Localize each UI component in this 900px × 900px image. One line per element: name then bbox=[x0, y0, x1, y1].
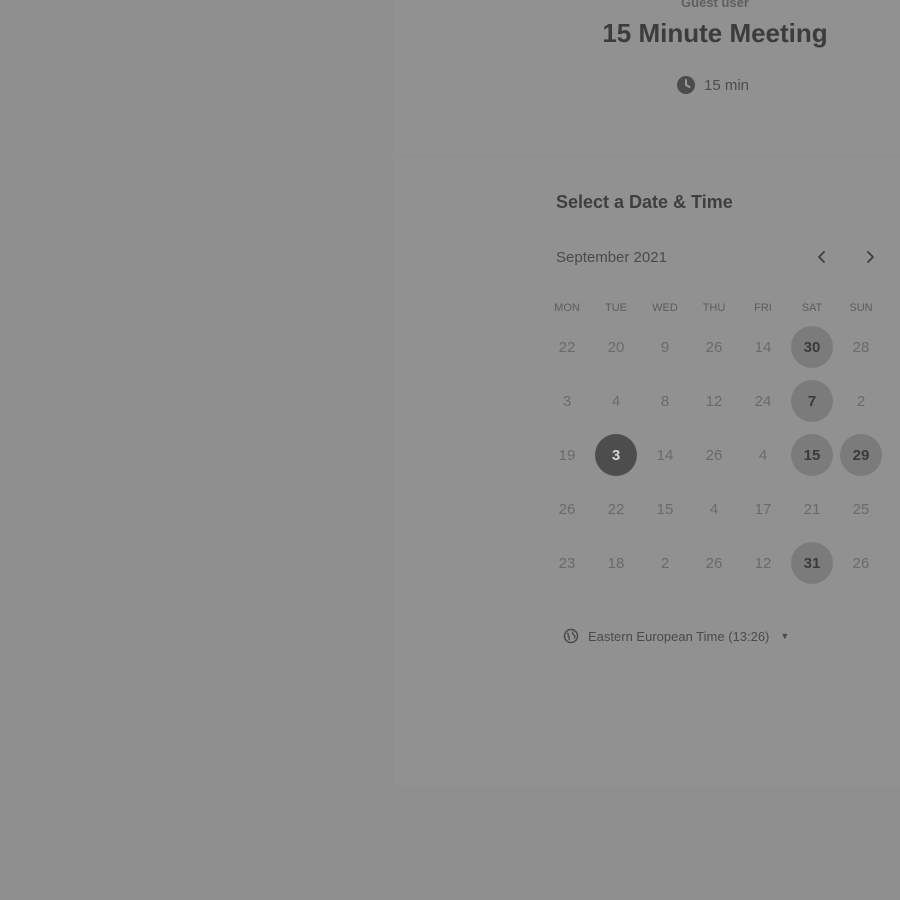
calendar-day-available[interactable]: 7 bbox=[791, 380, 833, 422]
section-title: Select a Date & Time bbox=[556, 192, 733, 212]
clock-icon bbox=[676, 75, 696, 95]
caret-down-icon: ▼ bbox=[780, 631, 790, 641]
calendar-day: 26 bbox=[705, 554, 723, 572]
calendar-day: 26 bbox=[705, 338, 723, 356]
event-duration: 15 min bbox=[676, 75, 749, 95]
calendar-day: 26 bbox=[852, 554, 870, 572]
calendar-day: 26 bbox=[705, 446, 723, 464]
calendar-day: 21 bbox=[803, 500, 821, 518]
chevron-right-icon bbox=[863, 248, 877, 269]
weekday-label: TUE bbox=[605, 302, 627, 314]
calendar-day: 12 bbox=[754, 554, 772, 572]
calendar-day: 4 bbox=[611, 392, 621, 410]
calendar-day-available[interactable]: 15 bbox=[791, 434, 833, 476]
calendar-day: 22 bbox=[607, 500, 625, 518]
weekday-label: MON bbox=[554, 302, 580, 314]
timezone-selector[interactable]: Eastern European Time (13:26) ▼ bbox=[563, 628, 789, 644]
calendar-day: 9 bbox=[660, 338, 670, 356]
weekday-label: THU bbox=[702, 302, 726, 314]
calendar-day: 17 bbox=[754, 500, 772, 518]
calendar-day: 3 bbox=[562, 392, 572, 410]
weekday-label: SUN bbox=[849, 302, 873, 314]
calendar-day: 14 bbox=[754, 338, 772, 356]
calendar-day: 2 bbox=[856, 392, 866, 410]
calendar-day: 24 bbox=[754, 392, 772, 410]
timezone-label: Eastern European Time (13:26) bbox=[588, 628, 770, 644]
chevron-left-icon bbox=[815, 248, 829, 269]
month-label: September 2021 bbox=[556, 249, 667, 266]
calendar-day: 12 bbox=[705, 392, 723, 410]
calendar-day: 23 bbox=[558, 554, 576, 572]
calendar-day: 4 bbox=[758, 446, 768, 464]
weekday-label: WED bbox=[652, 302, 678, 314]
calendar-day: 18 bbox=[607, 554, 625, 572]
next-month-button[interactable] bbox=[856, 244, 884, 272]
weekday-label: SAT bbox=[801, 302, 823, 314]
calendar-day: 15 bbox=[656, 500, 674, 518]
calendar-day: 19 bbox=[558, 446, 576, 464]
host-name: Guest user bbox=[681, 0, 749, 10]
duration-label: 15 min bbox=[704, 76, 750, 94]
weekday-label: FRI bbox=[754, 302, 772, 314]
calendar-day: 14 bbox=[656, 446, 674, 464]
calendar-day-available[interactable]: 29 bbox=[840, 434, 882, 476]
calendar-day-selected[interactable]: 3 bbox=[595, 434, 637, 476]
calendar-day: 8 bbox=[660, 392, 670, 410]
previous-month-button[interactable] bbox=[808, 244, 836, 272]
event-title: 15 Minute Meeting bbox=[602, 18, 828, 48]
calendar-day-available[interactable]: 30 bbox=[791, 326, 833, 368]
calendar-day-available[interactable]: 31 bbox=[791, 542, 833, 584]
calendar-day: 22 bbox=[558, 338, 576, 356]
globe-icon bbox=[563, 628, 579, 644]
calendar-day: 28 bbox=[852, 338, 870, 356]
calendar-day: 20 bbox=[607, 338, 625, 356]
calendar-day: 25 bbox=[852, 500, 870, 518]
card-divider bbox=[394, 156, 900, 157]
calendar-day: 26 bbox=[558, 500, 576, 518]
calendar-day: 2 bbox=[660, 554, 670, 572]
booking-page: Guest user 15 Minute Meeting 15 min Sele… bbox=[0, 0, 900, 900]
calendar-day: 4 bbox=[709, 500, 719, 518]
